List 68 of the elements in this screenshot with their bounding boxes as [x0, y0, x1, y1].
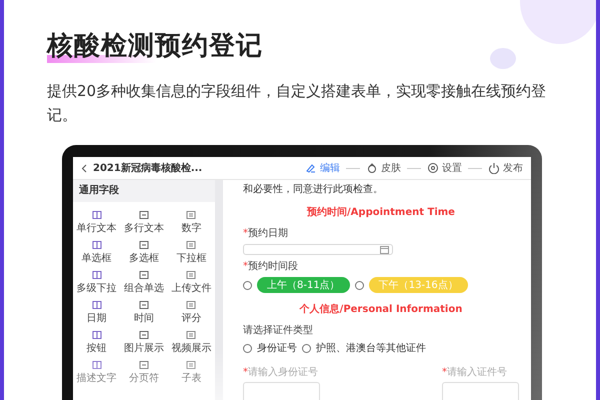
field-type-item[interactable]: 多级下拉 [73, 270, 120, 295]
description-text: 提供20多种收集信息的字段组件，自定义搭建表单，实现零接触在线预约登记。 [47, 81, 548, 126]
field-type-item[interactable]: 日期 [73, 300, 120, 325]
field-type-icon [186, 330, 196, 340]
field-type-icon [186, 210, 196, 220]
radio-button[interactable] [302, 344, 311, 352]
field-type-item[interactable]: 图片展示 [120, 330, 168, 355]
field-type-icon [138, 360, 149, 370]
field-type-item[interactable]: 评分 [168, 300, 215, 325]
field-type-item[interactable]: 时间 [120, 300, 168, 325]
field-type-item[interactable]: 子表 [168, 360, 215, 385]
field-type-icon [186, 240, 196, 250]
field-label: 请输入证件号 [447, 367, 507, 378]
radio-button[interactable] [243, 280, 252, 290]
field-label: 预约日期 [248, 228, 288, 239]
radio-label: 身份证号 [257, 342, 297, 355]
required-mark: * [243, 228, 248, 239]
notice-text: 和必要性，同意进行此项检查。 [243, 182, 384, 196]
field-type-item[interactable]: 数字 [168, 210, 215, 235]
required-mark: * [243, 367, 248, 378]
field-type-icon [138, 240, 149, 250]
required-mark: * [442, 367, 447, 378]
field-label: 请选择证件类型 [243, 325, 313, 336]
field-type-icon [138, 270, 149, 280]
step-tab[interactable]: 发布 [488, 161, 523, 175]
date-input[interactable] [243, 244, 393, 255]
field-type-icon [92, 360, 102, 370]
radio-button[interactable] [354, 280, 364, 290]
radio-label: 护照、港澳台等其他证件 [316, 342, 426, 355]
power-icon [488, 162, 500, 174]
field-type-item[interactable]: 描述文字 [73, 360, 120, 385]
field-type-icon [92, 270, 102, 280]
field-type-item[interactable]: 多行文本 [120, 210, 168, 235]
field-type-item[interactable]: 组合单选 [120, 270, 168, 295]
background-circle [490, 48, 516, 69]
field-type-icon [186, 270, 196, 280]
sidebar-heading: 通用字段 [73, 180, 215, 202]
field-type-icon [186, 360, 196, 370]
required-mark: * [243, 261, 248, 272]
field-type-icon [92, 210, 102, 220]
field-type-icon [92, 240, 102, 250]
step-tab[interactable]: 编辑 [305, 161, 340, 175]
radio-button[interactable] [243, 344, 252, 352]
field-type-icon [138, 300, 149, 310]
field-type-item[interactable]: 上传文件 [168, 270, 215, 295]
step-tab[interactable]: 皮肤 [366, 161, 401, 175]
field-type-item[interactable]: 视频展示 [168, 330, 215, 355]
field-type-item[interactable]: 多选框 [120, 240, 168, 265]
step-tab[interactable]: 设置 [427, 161, 462, 175]
field-label: 请输入身份证号 [248, 367, 318, 378]
section-heading: 个人信息/Personal Information [298, 302, 464, 316]
field-type-icon [92, 300, 102, 310]
field-type-icon [186, 300, 196, 310]
field-type-item[interactable]: 单选框 [73, 240, 120, 265]
pencil-icon [305, 162, 317, 174]
back-caret-icon [81, 164, 87, 172]
field-type-icon [138, 330, 149, 340]
settings-icon [427, 162, 439, 174]
section-heading: 预约时间/Appointment Time [306, 206, 456, 219]
form-title: 2021新冠病毒核酸检... [93, 161, 202, 175]
field-label: 预约时间段 [248, 261, 298, 272]
field-type-icon [138, 210, 149, 220]
field-type-item[interactable]: 单行文本 [73, 210, 120, 235]
field-type-item[interactable]: 按钮 [73, 330, 120, 355]
field-type-item[interactable]: 分页符 [120, 360, 168, 385]
field-type-icon [92, 330, 102, 340]
calendar-icon [380, 245, 389, 254]
field-type-item[interactable]: 下拉框 [168, 240, 215, 265]
